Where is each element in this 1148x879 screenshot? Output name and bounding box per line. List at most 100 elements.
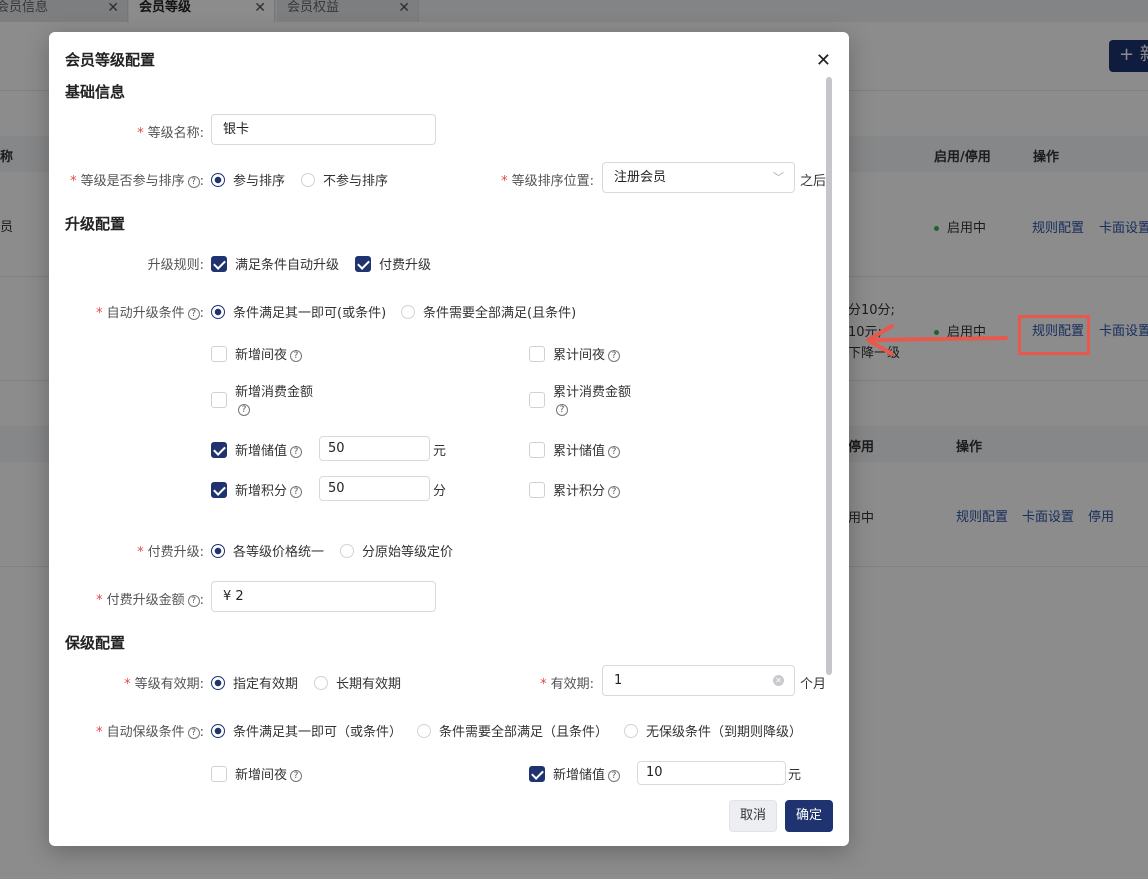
level-name-input[interactable]: 银卡 [211,114,436,145]
radio-label: 长期有效期 [336,677,402,692]
radio-auto-or[interactable]: 条件满足其一即可(或条件) [211,302,386,321]
help-icon[interactable]: ? [608,486,621,498]
section-title-retain: 保级配置 [65,634,126,652]
help-icon[interactable]: ? [238,404,250,416]
chevron-down-icon: ﹀ [773,171,784,184]
help-icon[interactable]: ? [556,404,568,416]
radio-sort-yes[interactable]: 参与排序 [211,170,285,189]
radio-unchecked-icon [624,724,638,738]
section-title-upgrade: 升级配置 [65,215,126,233]
help-icon[interactable]: ? [608,446,621,458]
checkbox-total-night[interactable]: 累计间夜? [529,344,621,363]
new-points-input[interactable]: 50 [319,476,430,501]
checkbox-new-night[interactable]: 新增间夜? [211,344,303,363]
new-stored-unit: 元 [433,444,447,459]
radio-auto-and[interactable]: 条件需要全部满足(且条件) [401,302,576,321]
radio-valid-permanent[interactable]: 长期有效期 [314,673,401,692]
clear-icon[interactable]: ✕ [773,675,784,686]
radio-label: 指定有效期 [233,677,299,692]
help-icon[interactable]: ? [187,727,200,739]
help-icon[interactable]: ? [187,595,200,607]
help-icon[interactable]: ? [187,176,200,188]
help-icon[interactable]: ? [290,486,303,498]
help-icon[interactable]: ? [290,770,303,782]
upgrade-rule-label: 升级规则: [147,258,204,273]
checkbox-checked-icon [211,482,227,498]
label-text: 自动保级条件 [106,725,185,740]
help-icon[interactable]: ? [608,350,621,362]
checkbox-total-spend[interactable] [529,392,553,409]
level-name-label: * 等级名称: [137,126,204,141]
cancel-button[interactable]: 取消 [729,800,777,832]
checkbox-label: 新增积分 [235,484,288,499]
checkbox-unchecked-icon [529,392,545,408]
radio-label: 参与排序 [233,174,286,189]
checkbox-total-points[interactable]: 累计积分? [529,480,621,499]
checkbox-retain-new-stored[interactable]: 新增储值? [529,764,621,783]
checkbox-new-points[interactable]: 新增积分? [211,480,303,499]
section-title-basic: 基础信息 [65,83,126,101]
help-icon[interactable]: ? [608,770,621,782]
label-text: 等级是否参与排序 [80,174,185,189]
radio-price-unified[interactable]: 各等级价格统一 [211,541,324,560]
radio-checked-icon [211,544,225,558]
checkbox-label: 新增间夜 [235,768,288,783]
checkbox-auto-upgrade[interactable]: 满足条件自动升级 [211,254,339,273]
checkbox-label: 累计积分 [553,484,606,499]
valid-period-label: * 等级有效期: [124,677,204,692]
checkbox-label: 累计消费金额 [553,385,632,400]
close-icon[interactable]: ✕ [816,52,831,70]
label-text: 有效期: [550,677,594,692]
radio-price-by-level[interactable]: 分原始等级定价 [340,541,453,560]
sort-participate-label: * 等级是否参与排序?: [70,174,204,189]
new-points-unit: 分 [433,484,447,499]
radio-unchecked-icon [301,173,315,187]
checkbox-unchecked-icon [211,346,227,362]
retain-new-stored-unit: 元 [788,768,802,783]
checkbox-retain-new-night[interactable]: 新增间夜? [211,764,303,783]
checkbox-unchecked-icon [529,442,545,458]
checkbox-label: 新增储值 [235,444,288,459]
label-text: 自动升级条件 [106,306,185,321]
pay-upgrade-label: * 付费升级: [137,545,204,560]
radio-label: 条件需要全部满足（且条件） [439,725,609,740]
confirm-button[interactable]: 确定 [785,800,833,832]
radio-valid-specified[interactable]: 指定有效期 [211,673,298,692]
radio-label: 分原始等级定价 [362,545,454,560]
retain-new-stored-input[interactable]: 10 [637,761,786,785]
help-icon[interactable]: ? [187,308,200,320]
radio-retain-none[interactable]: 无保级条件（到期则降级） [624,721,802,740]
radio-retain-and[interactable]: 条件需要全部满足（且条件） [417,721,608,740]
radio-sort-no[interactable]: 不参与排序 [301,170,388,189]
help-icon[interactable]: ? [290,446,303,458]
checkbox-checked-icon [529,766,545,782]
radio-checked-icon [211,676,225,690]
checkbox-total-stored[interactable]: 累计储值? [529,440,621,459]
radio-label: 条件满足其一即可(或条件) [233,306,387,321]
checkbox-checked-icon [211,256,227,272]
checkbox-new-spend[interactable] [211,392,235,409]
annotation-highlight-box [1018,315,1090,355]
radio-retain-or[interactable]: 条件满足其一即可（或条件） [211,721,402,740]
checkbox-unchecked-icon [211,766,227,782]
pay-amount-input[interactable]: ¥ 2 [211,581,436,612]
checkbox-label: 新增储值 [553,768,606,783]
radio-unchecked-icon [314,676,328,690]
checkbox-pay-upgrade[interactable]: 付费升级 [355,254,431,273]
help-icon[interactable]: ? [290,350,303,362]
dialog-title: 会员等级配置 [65,51,156,69]
label-text: 付费升级: [147,545,204,560]
period-input[interactable]: 1 ✕ [602,665,795,696]
new-stored-input[interactable]: 50 [319,436,430,461]
sort-position-select[interactable]: 注册会员 ﹀ [602,162,795,193]
sort-position-suffix: 之后 [800,174,827,189]
input-value: 1 [614,673,623,688]
radio-checked-icon [211,724,225,738]
label-text: 等级排序位置: [511,174,594,189]
checkbox-new-stored[interactable]: 新增储值? [211,440,303,459]
select-value: 注册会员 [614,170,667,185]
checkbox-label: 付费升级 [379,258,432,273]
auto-retain-label: * 自动保级条件?: [96,725,204,740]
scrollbar[interactable] [826,77,832,675]
period-unit: 个月 [800,677,827,692]
